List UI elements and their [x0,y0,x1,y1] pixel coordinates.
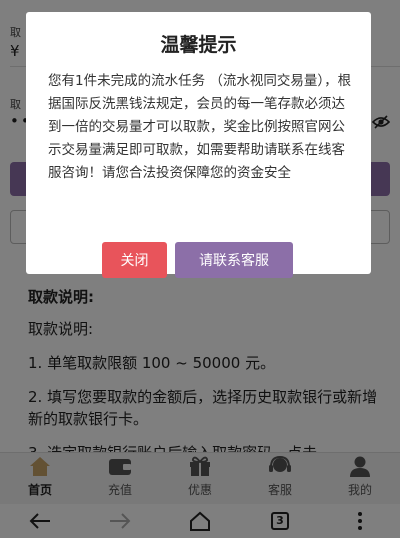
close-button[interactable]: 关闭 [102,242,167,278]
dialog-title: 温馨提示 [160,34,237,56]
dialog-message: 您有1件未完成的流水任务 （流水视同交易量），根据国际反洗黑钱法规定，会员的每一… [48,73,352,181]
notice-dialog: 温馨提示 您有1件未完成的流水任务 （流水视同交易量），根据国际反洗黑钱法规定，… [26,12,371,278]
close-button-label: 关闭 [120,253,149,269]
contact-support-button[interactable]: 请联系客服 [175,242,293,278]
contact-button-label: 请联系客服 [199,253,269,269]
